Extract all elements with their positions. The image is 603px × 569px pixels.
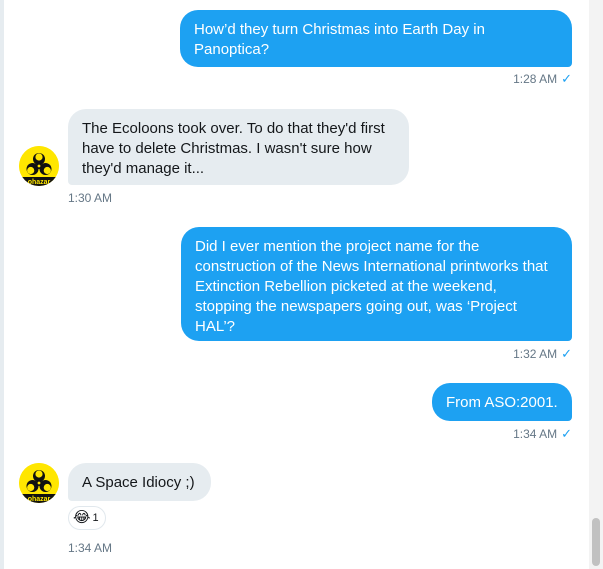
scrollbar[interactable] (589, 0, 603, 569)
message-bubble-outgoing[interactable]: How’d they turn Christmas into Earth Day… (180, 10, 572, 67)
message-bubble-incoming[interactable]: A Space Idiocy ;) (68, 463, 211, 501)
scrollbar-thumb[interactable] (592, 518, 600, 566)
sent-check-icon: ✓ (561, 346, 572, 361)
sent-check-icon: ✓ (561, 426, 572, 441)
message-bubble-outgoing[interactable]: Did I ever mention the project name for … (181, 227, 572, 341)
tears-of-joy-emoji-icon: 😂 (73, 509, 91, 526)
biohazard-avatar-icon[interactable]: ohazar (19, 146, 59, 186)
message-time: 1:28 AM (513, 72, 558, 86)
panel-divider (0, 0, 4, 569)
avatar-label: ohazar (28, 496, 51, 503)
message-meta: 1:34 AM ✓ (513, 426, 572, 442)
message-bubble-incoming[interactable]: The Ecoloons took over. To do that they'… (68, 109, 409, 185)
message-time: 1:34 AM (513, 427, 558, 441)
message-meta: 1:32 AM ✓ (513, 346, 572, 362)
avatar-label: ohazar (28, 179, 51, 186)
message-time: 1:34 AM (68, 541, 113, 555)
message-time: 1:32 AM (513, 347, 558, 361)
message-meta: 1:28 AM ✓ (513, 71, 572, 87)
reaction-count: 1 (92, 512, 99, 524)
message-bubble-outgoing[interactable]: From ASO:2001. (432, 383, 572, 421)
sent-check-icon: ✓ (561, 71, 572, 86)
reaction-pill[interactable]: 😂 1 (68, 506, 106, 530)
message-time: 1:30 AM (68, 191, 113, 205)
biohazard-avatar-icon[interactable]: ohazar (19, 463, 59, 503)
